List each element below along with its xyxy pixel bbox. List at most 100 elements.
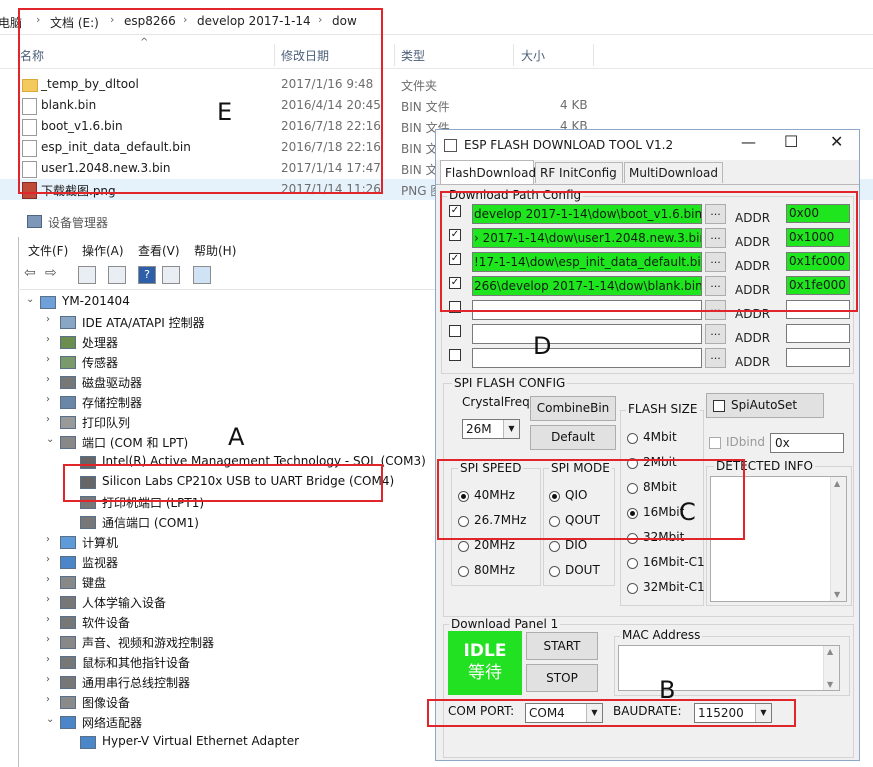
column-type[interactable]: 类型 [401,47,425,64]
monitor-icon[interactable] [193,266,211,284]
scroll-up-icon[interactable]: ▲ [827,647,833,656]
radio-button[interactable] [627,558,638,569]
tab-flashdownload[interactable]: FlashDownload [440,160,536,184]
radio-button[interactable] [458,541,469,552]
highlight-box-b [427,699,796,727]
help-icon[interactable]: ? [138,266,156,284]
addr-input[interactable] [786,348,850,367]
path-checkbox[interactable] [449,325,461,337]
crystal-freq-select[interactable]: 26M ▼ [462,419,520,439]
scrollbar[interactable]: ▲ ▼ [823,646,839,690]
device-icon [60,636,76,649]
chevron-right-icon[interactable]: › [46,574,50,585]
device-tree: ⌄ YM-201404 › IDE ATA/ATAPI 控制器 › 处理器 › 传感器 › 磁… [26,292,436,761]
spiautoset-checkbox[interactable]: SpiAutoSet [706,393,824,418]
scroll-up-icon[interactable]: ▲ [834,479,840,488]
menu-view[interactable]: 查看(V) [138,242,180,259]
tree-item[interactable]: › 软件设备 [26,612,426,632]
radio-button[interactable] [458,566,469,577]
tab-multidownload[interactable]: MultiDownload [624,162,723,183]
scrollbar[interactable]: ▲ ▼ [830,477,846,601]
back-arrow-icon[interactable]: ⇦ [24,265,36,281]
chevron-right-icon[interactable]: › [46,694,50,705]
chevron-right-icon[interactable]: › [46,394,50,405]
tree-item[interactable]: › 打印队列 [26,412,426,432]
idbind-input[interactable]: 0x [770,433,844,453]
tree-item[interactable]: › 存储控制器 [26,392,426,412]
chevron-right-icon[interactable]: › [46,674,50,685]
tree-item[interactable]: › 键盘 [26,572,426,592]
chevron-right-icon[interactable]: › [46,614,50,625]
chevron-right-icon[interactable]: › [46,654,50,665]
scroll-down-icon[interactable]: ▼ [827,680,833,689]
idbind-checkbox[interactable] [709,437,721,449]
tree-item[interactable]: › 磁盘驱动器 [26,372,426,392]
radio-button[interactable] [627,583,638,594]
default-button[interactable]: Default [530,425,616,450]
chevron-right-icon[interactable]: › [46,634,50,645]
radio-label: 16Mbit-C1 [643,555,705,569]
forward-arrow-icon[interactable]: ⇨ [45,265,57,281]
column-size[interactable]: 大小 [521,47,545,64]
maximize-icon[interactable]: ☐ [784,132,798,151]
tree-item[interactable]: › 人体学输入设备 [26,592,426,612]
close-icon[interactable]: ✕ [830,132,843,151]
mac-address-textarea[interactable]: ▲ ▼ [618,645,840,691]
chevron-right-icon[interactable]: › [46,554,50,565]
app-icon [444,139,457,152]
device-icon [60,676,76,689]
browse-button[interactable]: ... [705,324,726,344]
properties-icon[interactable] [78,266,96,284]
details-icon[interactable] [162,266,180,284]
device-icon [60,616,76,629]
tree-item[interactable]: 通信端口 (COM1) [26,512,426,532]
addr-input[interactable] [786,324,850,343]
device-icon [60,376,76,389]
tree-item[interactable]: › 声音、视频和游戏控制器 [26,632,426,652]
path-input[interactable] [472,324,702,344]
device-icon [80,516,96,529]
minimize-icon[interactable]: — [741,133,756,151]
chevron-right-icon[interactable]: › [46,334,50,345]
path-input[interactable] [472,348,702,368]
radio-button[interactable] [549,566,560,577]
menu-help[interactable]: 帮助(H) [194,242,236,259]
menu-action[interactable]: 操作(A) [82,242,124,259]
chevron-right-icon[interactable]: › [46,354,50,365]
menu-file[interactable]: 文件(F) [28,242,68,259]
highlight-box-d [440,191,858,312]
chevron-down-icon[interactable]: ⌄ [26,294,34,305]
tree-item[interactable]: › 鼠标和其他指针设备 [26,652,426,672]
scroll-down-icon[interactable]: ▼ [834,590,840,599]
tree-item[interactable]: ⌄ 网络适配器 [26,712,426,732]
chevron-right-icon[interactable]: › [46,374,50,385]
start-button[interactable]: START [526,632,598,660]
combinebin-button[interactable]: CombineBin [530,396,616,421]
status-text-cn: 等待 [468,663,502,683]
chevron-right-icon[interactable]: › [46,534,50,545]
tree-item[interactable]: › 传感器 [26,352,426,372]
radio-button[interactable] [627,433,638,444]
chevron-right-icon[interactable]: › [46,314,50,325]
chevron-right-icon[interactable]: › [46,594,50,605]
tree-item[interactable]: › IDE ATA/ATAPI 控制器 [26,312,426,332]
radio-button[interactable] [549,541,560,552]
tree-item[interactable]: › 图像设备 [26,692,426,712]
device-icon [60,576,76,589]
tree-item[interactable]: › 计算机 [26,532,426,552]
tree-item[interactable]: › 监视器 [26,552,426,572]
stop-button[interactable]: STOP [526,664,598,692]
tree-item[interactable]: › 处理器 [26,332,426,352]
path-checkbox[interactable] [449,349,461,361]
tree-item[interactable]: ⌄ 端口 (COM 和 LPT) [26,432,426,452]
chevron-down-icon[interactable]: ⌄ [46,434,54,445]
list-icon[interactable] [108,266,126,284]
tree-root[interactable]: ⌄ YM-201404 [26,292,426,312]
chevron-right-icon[interactable]: › [46,414,50,425]
tree-item[interactable]: Hyper-V Virtual Ethernet Adapter [26,732,426,752]
radio-label: 20MHz [474,538,515,552]
tree-item[interactable]: › 通用串行总线控制器 [26,672,426,692]
browse-button[interactable]: ... [705,348,726,368]
chevron-down-icon[interactable]: ⌄ [46,714,54,725]
tab-rf-initconfig[interactable]: RF InitConfig [535,162,623,183]
